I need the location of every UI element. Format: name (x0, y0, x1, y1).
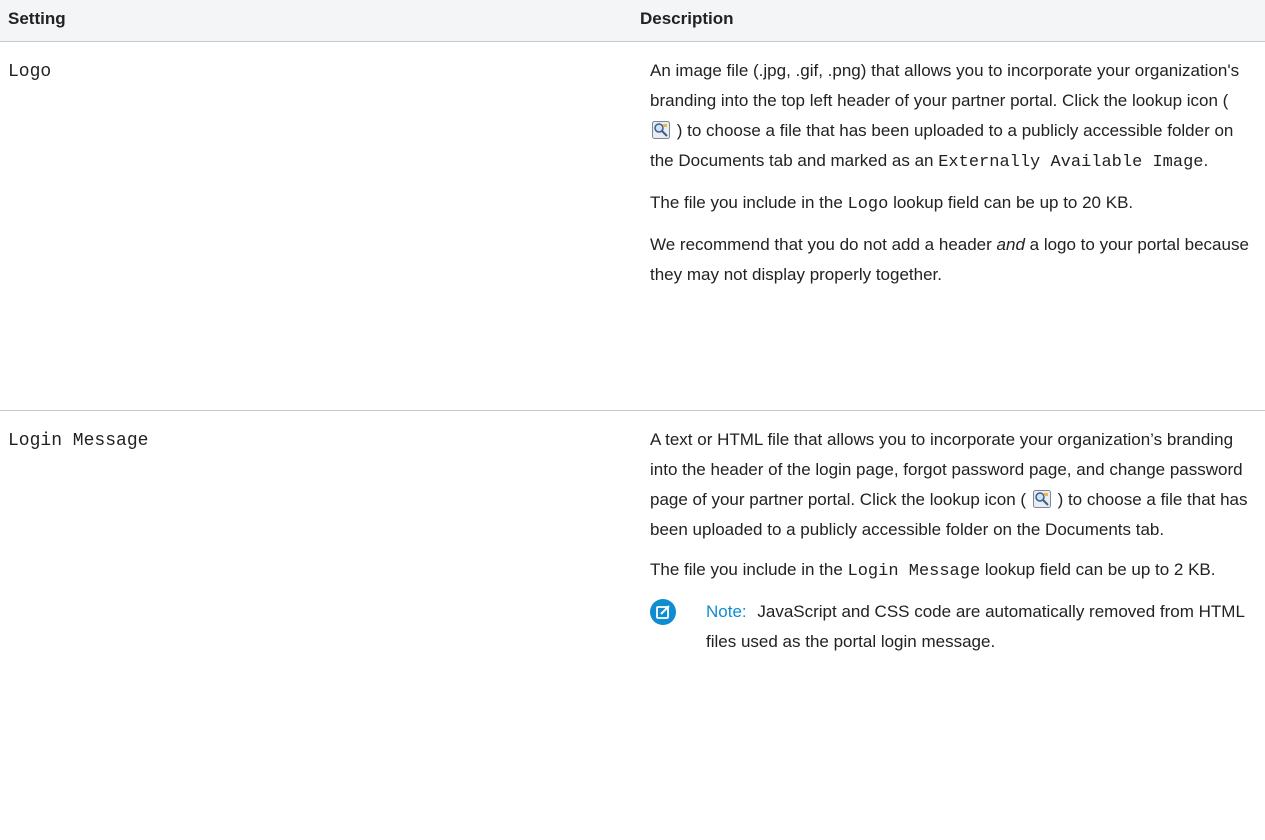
description-paragraph: A text or HTML file that allows you to i… (650, 425, 1250, 545)
lookup-icon (652, 121, 670, 139)
note-label: Note: (706, 602, 747, 621)
setting-name-logo: Logo (8, 62, 52, 82)
note-callout: Note: JavaScript and CSS code are automa… (650, 597, 1250, 657)
settings-table: Setting Description Logo An image file (… (0, 0, 1265, 840)
description-text: lookup field can be up to 20 KB. (893, 193, 1134, 212)
column-header-setting: Setting (8, 9, 66, 28)
code-term: Login Message (847, 562, 981, 581)
description-paragraph: The file you include in the Login Messag… (650, 555, 1250, 587)
description-cell: An image file (.jpg, .gif, .png) that al… (650, 56, 1250, 300)
description-text: lookup field can be up to 2 KB. (984, 560, 1216, 579)
table-row: Login Message A text or HTML file that a… (0, 411, 1265, 831)
description-paragraph: The file you include in the Logo lookup … (650, 188, 1250, 220)
description-cell: A text or HTML file that allows you to i… (650, 425, 1250, 657)
note-edit-icon (650, 599, 676, 625)
setting-name-login-message: Login Message (8, 431, 149, 451)
description-text: The file you include in the (650, 560, 843, 579)
emphasis-text: and (996, 235, 1025, 254)
table-row: Logo An image file (.jpg, .gif, .png) th… (0, 42, 1265, 411)
description-paragraph: An image file (.jpg, .gif, .png) that al… (650, 56, 1250, 178)
description-text: We recommend that you do not add a heade… (650, 235, 992, 254)
code-term: Logo (847, 195, 889, 214)
table-header: Setting Description (0, 0, 1265, 42)
note-text: JavaScript and CSS code are automaticall… (706, 602, 1245, 651)
description-text: . (1203, 151, 1209, 170)
description-text: An image file (.jpg, .gif, .png) that al… (650, 61, 1240, 110)
code-term: Externally Available Image (938, 153, 1204, 172)
lookup-icon (1032, 490, 1051, 508)
column-header-description: Description (640, 9, 734, 28)
description-text: The file you include in the (650, 193, 843, 212)
description-paragraph: We recommend that you do not add a heade… (650, 230, 1250, 290)
